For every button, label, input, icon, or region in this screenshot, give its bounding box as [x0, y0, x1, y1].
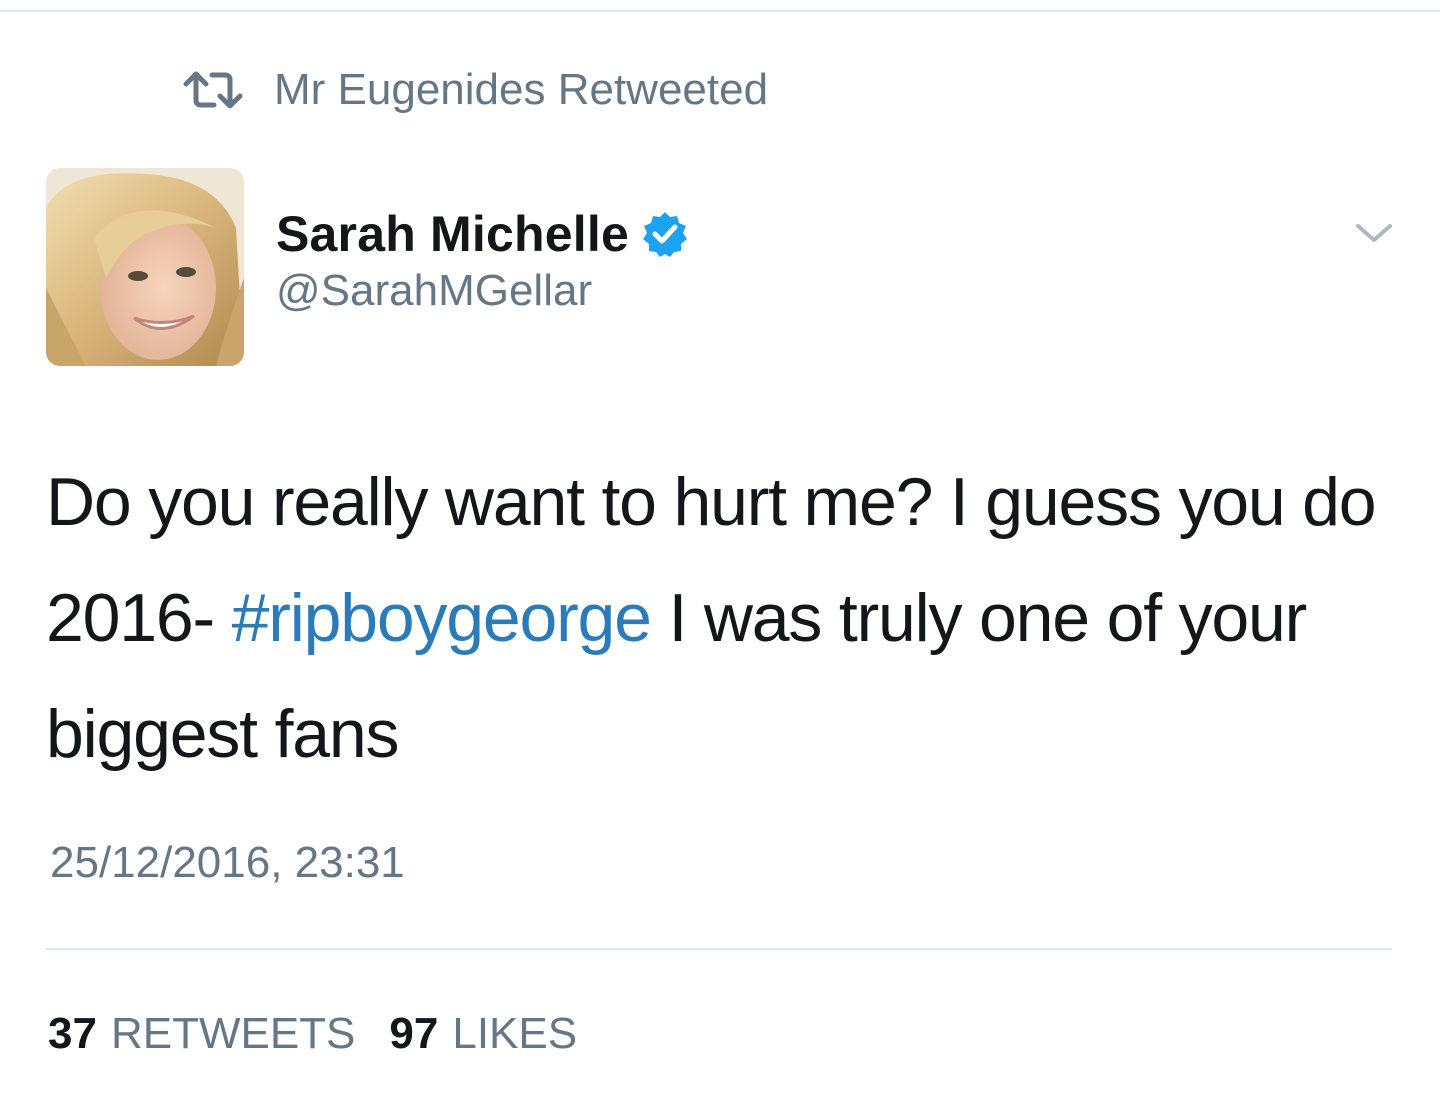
verified-badge-icon: [641, 210, 689, 258]
likes-label[interactable]: LIKES: [452, 1009, 577, 1059]
retweets-count[interactable]: 37: [48, 1009, 97, 1059]
tweet-text: Do you really want to hurt me? I guess y…: [46, 444, 1406, 792]
stats-divider: [46, 948, 1392, 950]
user-handle[interactable]: @SarahMGellar: [276, 266, 689, 316]
retweet-context[interactable]: Mr Eugenides Retweeted: [180, 60, 768, 120]
tweet-stats: 37 RETWEETS 97 LIKES: [48, 1004, 611, 1064]
display-name[interactable]: Sarah Michelle: [276, 205, 629, 263]
retweet-context-text[interactable]: Mr Eugenides Retweeted: [274, 65, 768, 115]
name-row: Sarah Michelle: [276, 196, 689, 272]
retweet-icon: [180, 70, 246, 110]
chevron-down-icon[interactable]: [1352, 218, 1396, 248]
top-divider: [0, 10, 1440, 12]
hashtag-link[interactable]: #ripboygeorge: [232, 580, 652, 656]
tweet-header: Sarah Michelle @SarahMGellar: [276, 196, 689, 316]
avatar[interactable]: [46, 168, 244, 366]
tweet-timestamp[interactable]: 25/12/2016, 23:31: [50, 838, 405, 888]
retweets-label[interactable]: RETWEETS: [111, 1009, 355, 1059]
likes-count[interactable]: 97: [389, 1009, 438, 1059]
